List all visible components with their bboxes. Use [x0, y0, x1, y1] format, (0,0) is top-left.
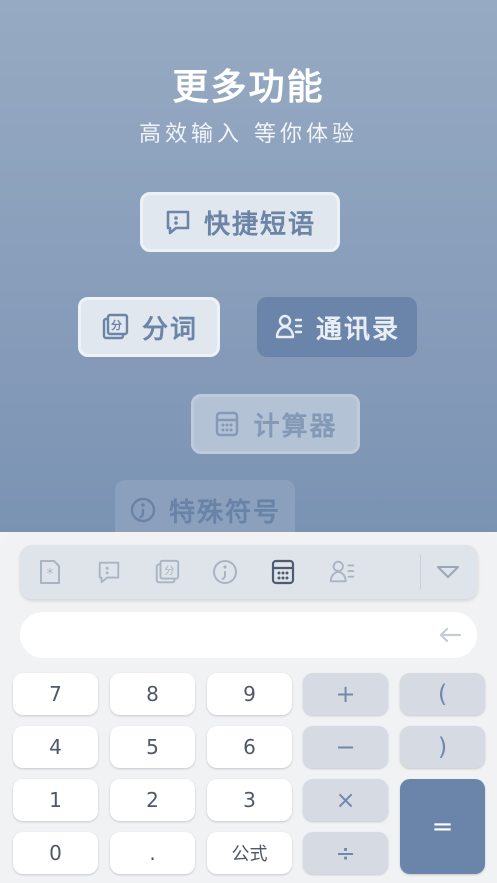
key-equals[interactable]: =	[400, 779, 485, 874]
key-3[interactable]: 3	[207, 779, 292, 821]
key-plus[interactable]: +	[303, 673, 388, 715]
hero-title: 更多功能	[172, 67, 325, 108]
calculator-label: 计算器	[253, 411, 338, 442]
key-divide[interactable]: ÷	[303, 832, 388, 874]
contacts-icon[interactable]	[326, 556, 358, 588]
segmentation-label: 分词	[141, 314, 198, 345]
calculator-display[interactable]	[20, 612, 477, 658]
special-symbols-button[interactable]: 特殊符号	[115, 480, 295, 532]
key-6[interactable]: 6	[207, 726, 292, 768]
contacts-icon	[275, 314, 303, 339]
contacts-button[interactable]: 通讯录	[257, 297, 417, 357]
function-toolbar: * 分	[20, 545, 478, 599]
toolbar-divider	[420, 555, 421, 589]
quick-phrase-label: 快捷短语	[203, 209, 316, 240]
key-0[interactable]: 0	[13, 832, 98, 874]
special-symbols-label: 特殊符号	[168, 497, 281, 528]
key-left-paren[interactable]: (	[400, 673, 485, 715]
key-formula[interactable]: 公式	[207, 832, 292, 874]
calculator-icon	[216, 411, 239, 437]
key-multiply[interactable]: ×	[303, 779, 388, 821]
svg-text:分: 分	[111, 318, 124, 332]
contacts-label: 通讯录	[315, 314, 400, 345]
collapse-keyboard-icon[interactable]	[432, 556, 464, 588]
calculator-keyboard: * 分 7 8 9 + (4 5 6 −) 1 2 3 × = 0 . 公式…	[0, 532, 497, 883]
feature-intro-panel: 更多功能 高效输入 等你体验 快捷短语 分 分词 通讯录 计算器 特殊符号	[0, 0, 497, 532]
key-8[interactable]: 8	[110, 673, 195, 715]
key-9[interactable]: 9	[207, 673, 292, 715]
segmentation-icon: 分	[102, 313, 129, 340]
special-symbol-icon	[130, 497, 156, 523]
key-2[interactable]: 2	[110, 779, 195, 821]
key-5[interactable]: 5	[110, 726, 195, 768]
calculator-icon[interactable]	[267, 556, 299, 588]
quick-phrase-icon[interactable]	[93, 556, 125, 588]
key-right-paren[interactable]: )	[400, 726, 485, 768]
special-symbol-doc-icon[interactable]: *	[34, 556, 66, 588]
segmentation-icon[interactable]: 分	[151, 556, 183, 588]
svg-text:*: *	[47, 567, 54, 582]
backspace-arrow-icon[interactable]	[437, 622, 463, 648]
key-4[interactable]: 4	[13, 726, 98, 768]
svg-text:分: 分	[164, 565, 174, 577]
calculator-button[interactable]: 计算器	[191, 394, 360, 454]
segmentation-button[interactable]: 分 分词	[78, 297, 220, 357]
key-7[interactable]: 7	[13, 673, 98, 715]
quick-phrase-icon	[166, 210, 190, 235]
key-decimal[interactable]: .	[110, 832, 195, 874]
quick-phrase-button[interactable]: 快捷短语	[140, 192, 340, 252]
key-minus[interactable]: −	[303, 726, 388, 768]
special-symbol-icon[interactable]	[209, 556, 241, 588]
hero-subtitle: 高效输入 等你体验	[139, 122, 358, 147]
key-1[interactable]: 1	[13, 779, 98, 821]
